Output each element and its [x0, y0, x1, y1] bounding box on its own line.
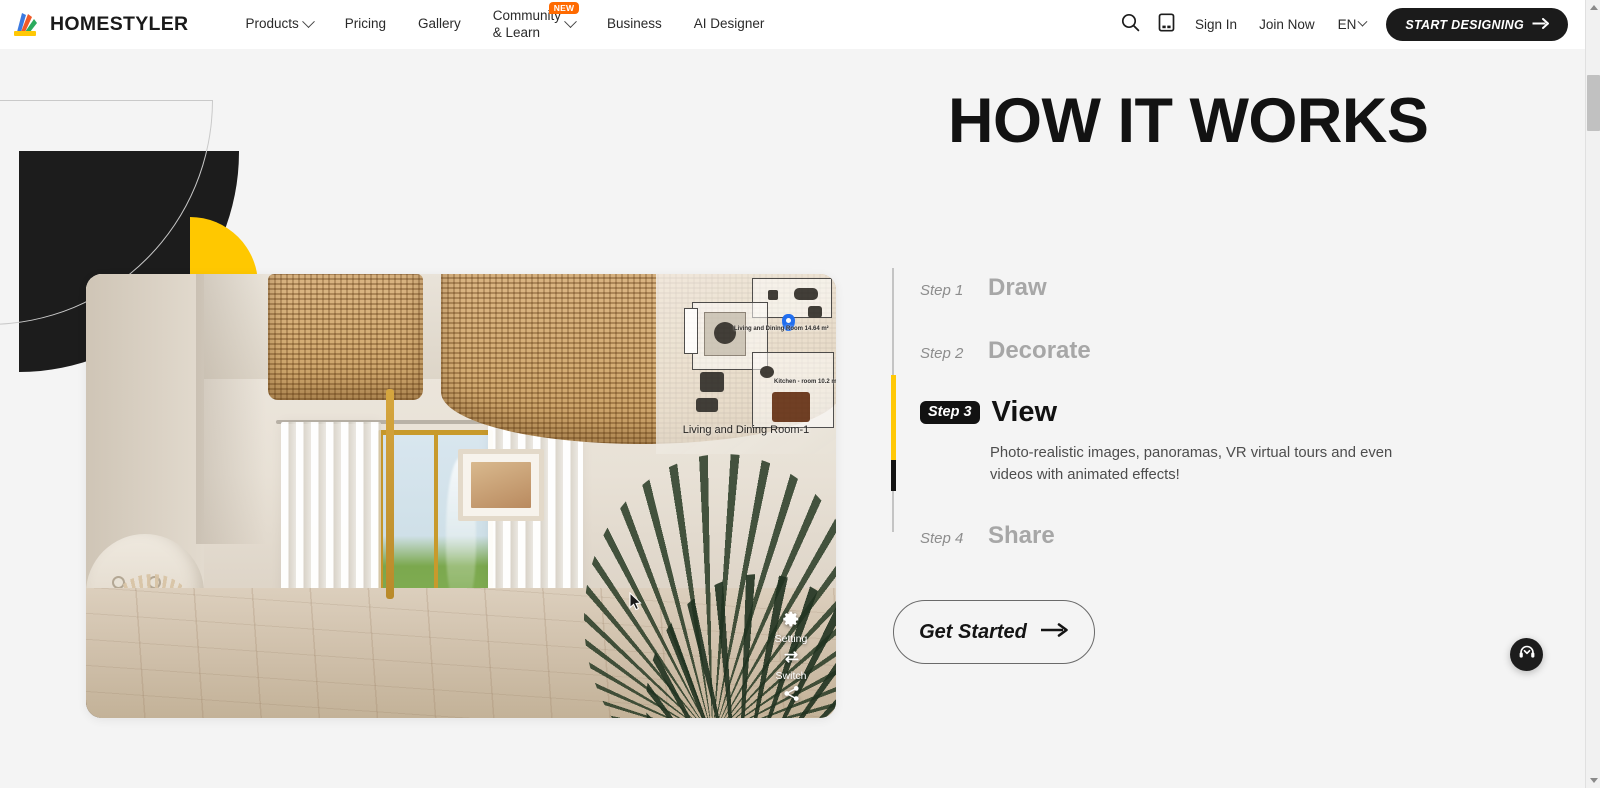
- language-selector[interactable]: EN: [1326, 16, 1375, 32]
- viewer-toolbar: Setting Switch: [760, 608, 822, 708]
- floorplan-minimap[interactable]: Living and Dining Room 14.64 m² Kitchen …: [656, 274, 836, 454]
- viewer-switch-button[interactable]: Switch: [775, 647, 807, 682]
- step-tag-active: Step 3: [920, 400, 980, 425]
- start-designing-button[interactable]: START DESIGNING: [1386, 8, 1568, 41]
- nav-item-pricing[interactable]: Pricing: [329, 0, 402, 49]
- viewer-setting-label: Setting: [774, 633, 808, 645]
- step-item-share[interactable]: Step 4 Share: [892, 522, 1492, 550]
- viewer-setting-button[interactable]: Setting: [774, 608, 808, 645]
- minimap-room-label-b: Kitchen - room 10.2 m²: [774, 379, 836, 385]
- arrow-right-icon: [1040, 622, 1069, 643]
- join-now-link[interactable]: Join Now: [1248, 17, 1326, 32]
- nav-label: Business: [607, 16, 662, 32]
- switch-icon: [782, 649, 801, 670]
- step-tag: Step 4: [920, 530, 964, 548]
- steps-progress-black: [890, 460, 896, 491]
- monstera-plant: [726, 714, 836, 718]
- chevron-down-icon: [301, 15, 315, 29]
- get-started-button[interactable]: Get Started: [893, 600, 1095, 664]
- nav-label: Gallery: [417, 16, 461, 32]
- nav-label: AI Designer: [693, 16, 765, 32]
- nav-label-second-line: & Learn: [492, 24, 541, 40]
- step-description: Photo-realistic images, panoramas, VR vi…: [990, 445, 1393, 484]
- nav-label: Products: [245, 16, 299, 32]
- minimap-title: Living and Dining Room-1: [682, 424, 810, 436]
- floor-lamp-pole: [386, 389, 394, 599]
- chevron-down-icon: [1357, 16, 1368, 27]
- step-title: Share: [988, 522, 1055, 550]
- get-started-label: Get Started: [919, 620, 1027, 643]
- viewer-switch-label: Switch: [775, 669, 807, 682]
- support-chat-button[interactable]: [1510, 638, 1543, 671]
- wall-art-frame: [458, 449, 544, 521]
- nav-item-business[interactable]: Business: [591, 0, 678, 49]
- share-icon: [783, 685, 800, 707]
- steps-progress-yellow: [890, 375, 896, 460]
- main-nav: Products Pricing Gallery Community & Lea…: [229, 0, 780, 49]
- step-item-decorate[interactable]: Step 2 Decorate: [892, 337, 1492, 365]
- sign-in-link[interactable]: Sign In: [1184, 17, 1248, 32]
- nav-item-gallery[interactable]: Gallery: [402, 0, 477, 49]
- step-item-draw[interactable]: Step 1 Draw: [892, 274, 1492, 302]
- gear-icon: [782, 610, 800, 633]
- step-title: Draw: [988, 274, 1047, 301]
- mobile-app-icon: [1158, 12, 1175, 37]
- how-it-works-steps: Step 1 Draw Step 2 Decorate Step 3 View …: [890, 268, 1492, 550]
- page-root: HOMESTYLER Products Pricing Gallery Comm…: [0, 0, 1600, 788]
- mobile-app-button[interactable]: [1148, 7, 1184, 43]
- scrollbar-up-arrow[interactable]: [1586, 0, 1600, 15]
- brand-name: HOMESTYLER: [50, 13, 189, 35]
- nav-item-ai-designer[interactable]: AI Designer: [678, 0, 781, 49]
- support-headset-icon: [1517, 642, 1537, 667]
- viewer-share-button[interactable]: [783, 683, 800, 708]
- scrollbar-thumb[interactable]: [1587, 75, 1600, 131]
- nav-item-community-learn[interactable]: Community & Learn NEW: [477, 0, 591, 49]
- pendant-lamp-small: [268, 274, 423, 400]
- step-item-view[interactable]: Step 3 View: [892, 396, 1492, 429]
- minimap-room-label-a: Living and Dining Room 14.64 m²: [734, 326, 829, 332]
- step-tag: Step 2: [920, 345, 964, 362]
- step-tag: Step 1: [920, 282, 964, 299]
- chevron-down-icon: [1589, 778, 1598, 783]
- viewer-preview-panel[interactable]: Living and Dining Room 14.64 m² Kitchen …: [86, 274, 836, 718]
- header-actions: Sign In Join Now EN START DESIGNING: [1112, 7, 1585, 43]
- site-header: HOMESTYLER Products Pricing Gallery Comm…: [0, 0, 1585, 49]
- brand-logo[interactable]: HOMESTYLER: [11, 10, 188, 39]
- nav-item-products[interactable]: Products: [229, 0, 328, 49]
- nav-label: Pricing: [344, 16, 386, 32]
- scrollbar-down-arrow[interactable]: [1586, 773, 1600, 788]
- step-title: View: [991, 396, 1058, 428]
- step-title: Decorate: [988, 337, 1091, 364]
- chevron-down-icon: [564, 15, 577, 29]
- language-label: EN: [1337, 17, 1357, 32]
- new-badge: NEW: [548, 2, 580, 14]
- chevron-up-icon: [1589, 5, 1598, 10]
- page-scrollbar[interactable]: [1585, 0, 1600, 788]
- start-designing-label: START DESIGNING: [1405, 17, 1524, 32]
- page-title: HOW IT WORKS: [948, 86, 1429, 156]
- search-icon: [1121, 13, 1140, 37]
- homestyler-fan-logo-icon: [11, 10, 41, 39]
- arrow-right-icon: [1532, 17, 1549, 32]
- search-button[interactable]: [1112, 7, 1148, 43]
